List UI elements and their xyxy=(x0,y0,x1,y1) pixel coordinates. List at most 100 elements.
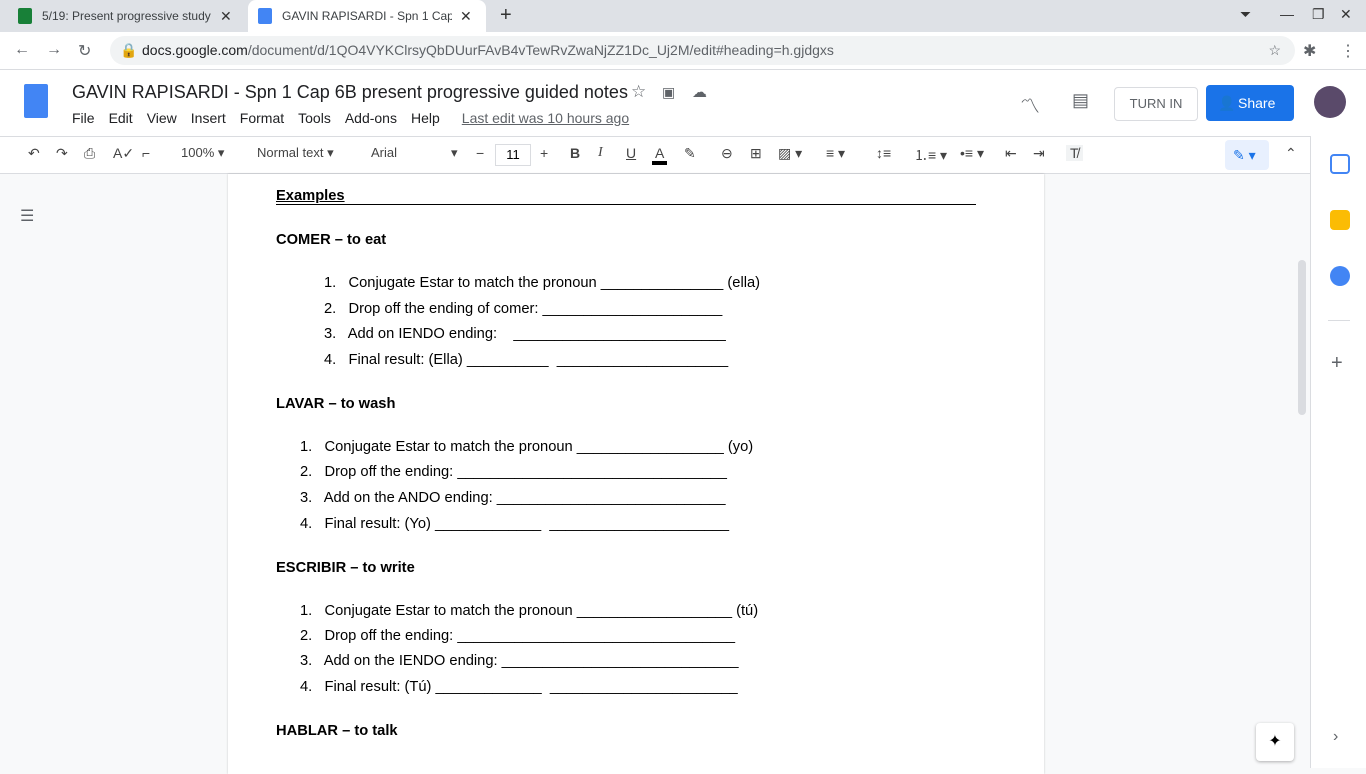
menu-edit[interactable]: Edit xyxy=(109,110,133,126)
lock-icon: 🔒 xyxy=(120,42,138,58)
decrease-font-size-button[interactable]: − xyxy=(476,145,484,161)
menu-addons[interactable]: Add-ons xyxy=(345,110,397,126)
docs-logo-icon[interactable] xyxy=(24,84,48,118)
zoom-select[interactable]: 100% ▾ xyxy=(181,145,224,161)
menu-file[interactable]: File xyxy=(72,110,95,126)
document-page[interactable]: Examples COMER – to eat 1. Conjugate Est… xyxy=(228,174,1044,774)
move-folder-icon[interactable]: ▣ xyxy=(662,84,675,101)
style-select[interactable]: Normal text ▾ xyxy=(257,145,347,161)
divider xyxy=(1328,320,1350,321)
menu-format[interactable]: Format xyxy=(240,110,284,126)
menu-icon[interactable]: ⋮ xyxy=(1340,41,1356,61)
list-item: 3. Add on IENDO ending: ________________… xyxy=(324,326,726,342)
menu-insert[interactable]: Insert xyxy=(191,110,226,126)
increase-indent-icon[interactable]: ⇥ xyxy=(1033,145,1045,162)
examples-heading: Examples xyxy=(276,188,976,205)
clear-formatting-icon[interactable]: T̸ xyxy=(1066,145,1083,161)
undo-icon[interactable]: ↶ xyxy=(28,145,40,162)
link-icon[interactable]: ⊖ xyxy=(721,145,733,162)
close-window-button[interactable]: ✕ xyxy=(1340,6,1352,23)
forward-icon[interactable]: → xyxy=(46,41,62,59)
minimize-button[interactable]: — xyxy=(1280,6,1294,22)
line-spacing-icon[interactable]: ↕≡ xyxy=(876,145,891,161)
menu-help[interactable]: Help xyxy=(411,110,440,126)
editing-mode-button[interactable]: ✎ ▾ xyxy=(1225,140,1269,170)
formatting-toolbar: ↶ ↷ ⎙ A✓ ⌐ 100% ▾ Normal text ▾ Arial ▾ −… xyxy=(0,136,1310,174)
close-icon[interactable]: ✕ xyxy=(460,8,472,25)
new-tab-button[interactable]: + xyxy=(500,4,512,27)
numbered-list-icon[interactable]: ⒈≡ ▾ xyxy=(914,145,947,165)
paint-format-icon[interactable]: ⌐ xyxy=(142,145,150,161)
side-panel: + › xyxy=(1310,136,1366,768)
list-item: 2. Drop off the ending: ________________… xyxy=(300,628,736,644)
calendar-icon[interactable] xyxy=(1330,154,1350,174)
last-edit-link[interactable]: Last edit was 10 hours ago xyxy=(462,110,629,126)
url-input[interactable]: 🔒 docs.google.com/document/d/1QO4VYKClrsy… xyxy=(110,36,1295,65)
section-heading: ESCRIBIR – to write xyxy=(276,560,415,576)
cloud-status-icon: ☁ xyxy=(692,84,707,101)
list-item: 3. Add on the IENDO ending: ____________… xyxy=(300,653,739,669)
tab-bar: 5/19: Present progressive study ✕ GAVIN … xyxy=(0,0,1366,32)
section-heading: HABLAR – to talk xyxy=(276,723,398,739)
list-item: 4. Final result: (Tú) _____________ ____… xyxy=(300,679,738,695)
star-icon[interactable]: ☆ xyxy=(631,82,646,102)
redo-icon[interactable]: ↷ xyxy=(56,145,68,162)
list-item: 4. Final result: (Ella) __________ _____… xyxy=(324,352,729,368)
tab-doc[interactable]: GAVIN RAPISARDI - Spn 1 Cap 6B ✕ xyxy=(248,0,486,32)
font-select[interactable]: Arial ▾ xyxy=(371,145,461,160)
activity-icon[interactable]: 〽 xyxy=(1020,90,1040,119)
add-addon-icon[interactable]: + xyxy=(1331,352,1343,375)
person-add-icon: 👤 xyxy=(1218,95,1236,111)
list-item: 2. Drop off the ending: ________________… xyxy=(300,464,727,480)
highlight-icon[interactable]: ✎ xyxy=(684,145,696,162)
turn-in-button[interactable]: TURN IN xyxy=(1114,87,1198,121)
decrease-indent-icon[interactable]: ⇤ xyxy=(1005,145,1017,162)
underline-button[interactable]: U xyxy=(626,145,636,161)
list-item: 1. Conjugate Estar to match the pronoun … xyxy=(300,603,759,619)
menu-tools[interactable]: Tools xyxy=(298,110,331,126)
docs-icon xyxy=(258,8,272,24)
maximize-button[interactable]: ❐ xyxy=(1312,6,1325,23)
list-item: 2. Drop off the ending of comer: _______… xyxy=(324,301,723,317)
list-item: 1. Conjugate Estar to match the pronoun … xyxy=(324,275,761,291)
comments-icon[interactable]: ▤ xyxy=(1072,90,1089,111)
share-button[interactable]: 👤 Share xyxy=(1206,85,1294,121)
classroom-icon xyxy=(18,8,32,24)
back-icon[interactable]: ← xyxy=(14,41,30,59)
increase-font-size-button[interactable]: + xyxy=(540,145,548,161)
list-item: 3. Add on the ANDO ending: _____________… xyxy=(300,490,726,506)
list-item: 1. Conjugate Estar to match the pronoun … xyxy=(300,439,754,455)
add-comment-icon[interactable]: ⊞ xyxy=(750,145,762,162)
list-item: 4. Final result: (Yo) _____________ ____… xyxy=(300,516,730,532)
explore-button[interactable]: ✦ xyxy=(1256,723,1294,761)
section-heading: COMER – to eat xyxy=(276,232,387,248)
outline-icon[interactable]: ☰ xyxy=(20,206,34,226)
font-size-input[interactable]: 11 xyxy=(495,144,531,166)
close-icon[interactable]: ✕ xyxy=(220,8,232,25)
docs-header: GAVIN RAPISARDI - Spn 1 Cap 6B present p… xyxy=(0,70,1366,136)
spellcheck-icon[interactable]: A✓ xyxy=(113,145,134,162)
text-color-button[interactable]: A xyxy=(652,145,668,165)
menu-view[interactable]: View xyxy=(147,110,177,126)
insert-image-icon[interactable]: ▨ ▾ xyxy=(778,145,802,162)
tab-classroom[interactable]: 5/19: Present progressive study ✕ xyxy=(8,0,248,32)
bulleted-list-icon[interactable]: •≡ ▾ xyxy=(960,145,984,162)
align-icon[interactable]: ≡ ▾ xyxy=(826,145,845,162)
avatar[interactable] xyxy=(1314,86,1346,118)
extensions-icon[interactable]: ✱ xyxy=(1303,41,1316,61)
profile-menu-icon[interactable]: ⏷ xyxy=(1240,6,1251,23)
reload-icon[interactable]: ↻ xyxy=(78,41,91,61)
section-heading: LAVAR – to wash xyxy=(276,396,396,412)
keep-icon[interactable] xyxy=(1330,210,1350,230)
bookmark-star-icon[interactable]: ☆ xyxy=(1268,36,1281,65)
bold-button[interactable]: B xyxy=(570,145,580,161)
collapse-icon[interactable]: ⌃ xyxy=(1285,145,1297,162)
scrollbar[interactable] xyxy=(1298,260,1306,415)
menu-bar: File Edit View Insert Format Tools Add-o… xyxy=(72,110,643,126)
italic-button[interactable]: I xyxy=(598,145,603,161)
print-icon[interactable]: ⎙ xyxy=(84,145,95,162)
tasks-icon[interactable] xyxy=(1330,266,1350,286)
document-title[interactable]: GAVIN RAPISARDI - Spn 1 Cap 6B present p… xyxy=(72,82,628,103)
expand-panel-icon[interactable]: › xyxy=(1333,728,1338,746)
address-bar-row: ← → ↻ 🔒 docs.google.com/document/d/1QO4VY… xyxy=(0,32,1366,70)
